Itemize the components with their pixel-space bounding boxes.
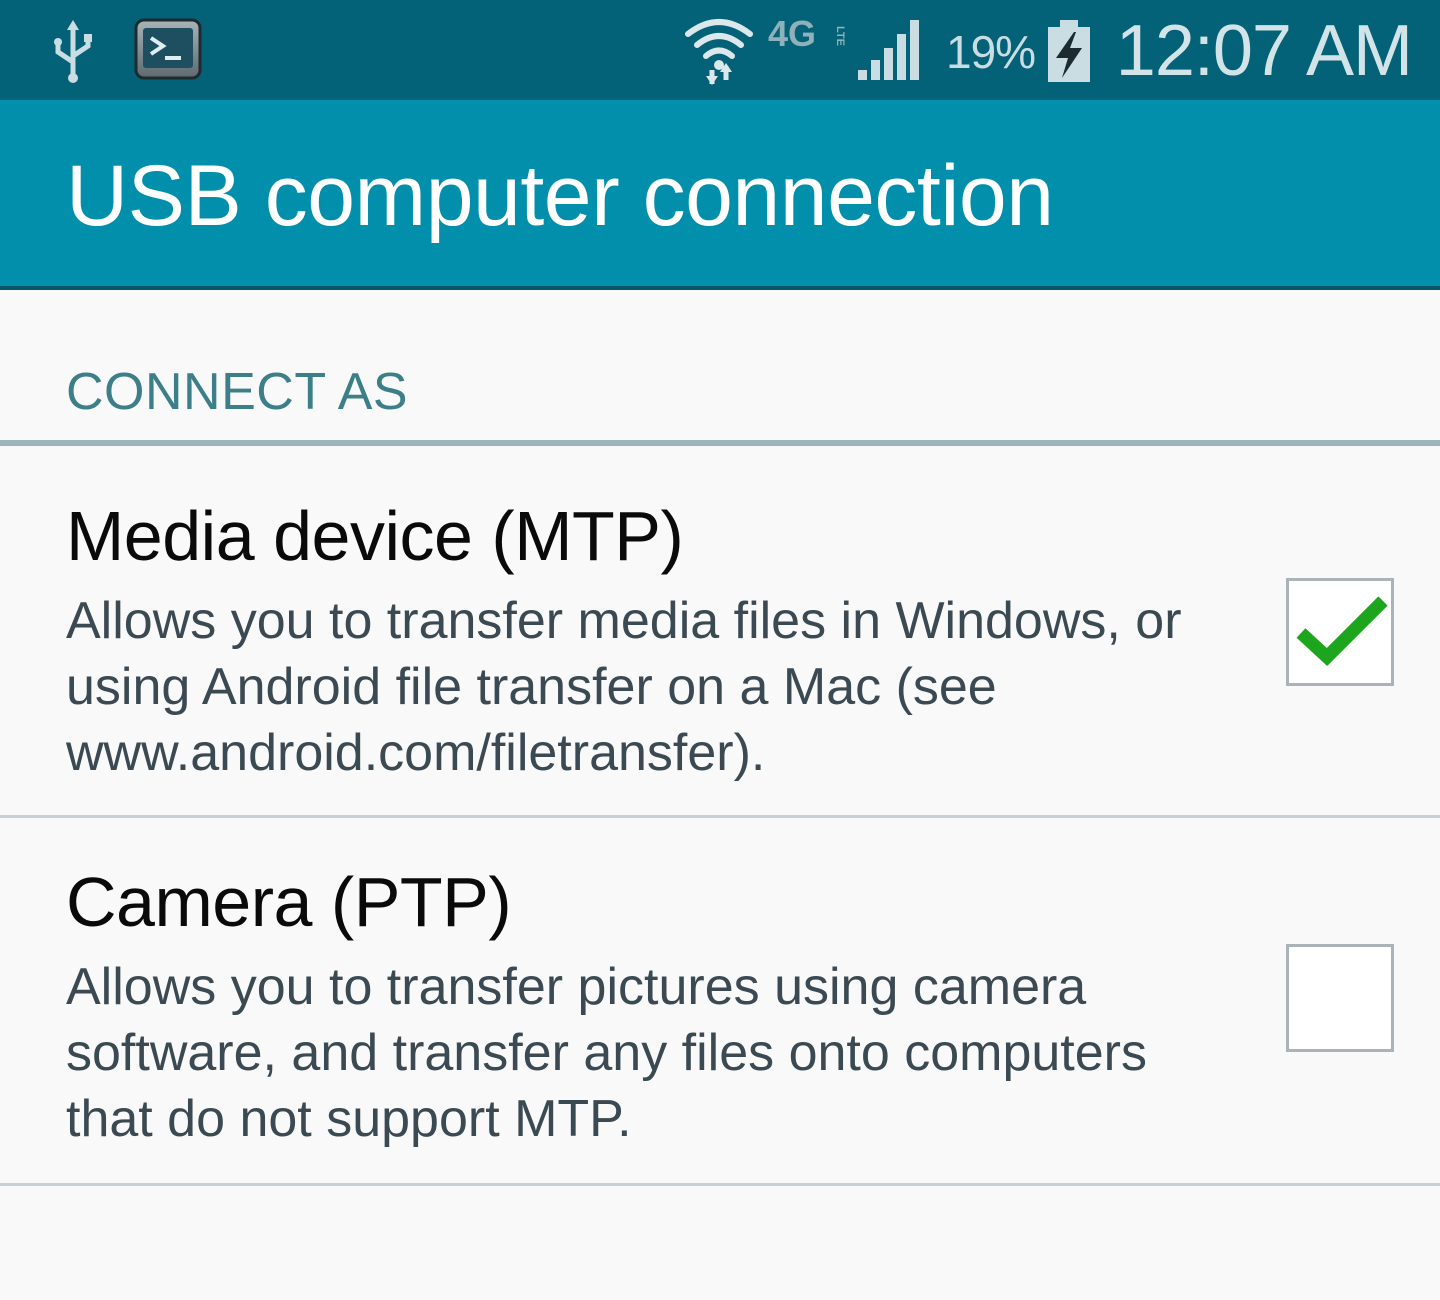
ptp-checkbox[interactable] [1286, 944, 1394, 1052]
terminal-icon [134, 18, 202, 80]
wifi-icon [685, 19, 753, 85]
option-media-device-mtp[interactable]: Media device (MTP) Allows you to transfe… [0, 446, 1440, 818]
checkmark-icon [1296, 596, 1388, 667]
option-description: Allows you to transfer media files in Wi… [66, 592, 1182, 782]
battery-percent: 19% [946, 26, 1036, 78]
status-bar: 4G LTE 19% 12:07 AM [0, 0, 1440, 100]
option-title: Media device (MTP) [66, 497, 684, 575]
mtp-checkbox[interactable] [1286, 578, 1394, 686]
option-title: Camera (PTP) [66, 863, 512, 941]
status-time: 12:07 AM [1115, 11, 1413, 91]
network-4g-lte-icon: 4G LTE [768, 13, 846, 54]
usb-icon [54, 20, 92, 83]
option-camera-ptp[interactable]: Camera (PTP) Allows you to transfer pict… [0, 818, 1440, 1186]
section-header: CONNECT AS [66, 363, 409, 421]
battery-charging-icon [1048, 20, 1090, 82]
action-bar: USB computer connection [0, 100, 1440, 290]
network-label: 4G [768, 14, 816, 54]
page-title: USB computer connection [66, 148, 1054, 244]
network-sub-label: LTE [834, 26, 846, 46]
signal-icon [858, 20, 919, 80]
option-description: Allows you to transfer pictures using ca… [66, 958, 1147, 1148]
